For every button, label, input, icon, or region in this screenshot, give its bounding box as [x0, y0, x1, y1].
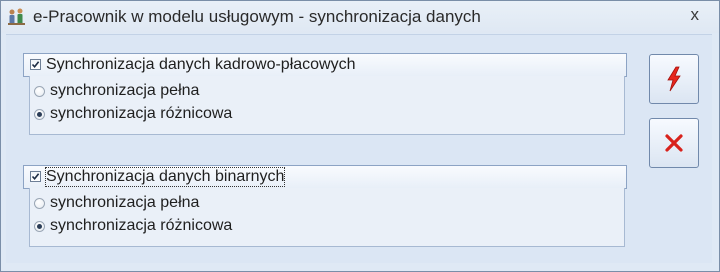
radio-button[interactable]	[34, 198, 45, 209]
close-icon	[665, 134, 683, 152]
cancel-button[interactable]	[649, 118, 699, 168]
binary-data-label: Synchronizacja danych binarnych	[44, 167, 286, 187]
group-options: synchronizacja pełna synchronizacja różn…	[29, 76, 625, 135]
hr-payroll-label: Synchronizacja danych kadrowo-płacowych	[46, 56, 356, 73]
run-sync-button[interactable]	[649, 54, 699, 104]
dialog-content: Synchronizacja danych kadrowo-płacowych …	[6, 34, 712, 263]
radio-label: synchronizacja pełna	[50, 82, 200, 99]
radio-button[interactable]	[34, 86, 45, 97]
checkmark-icon	[31, 61, 40, 69]
window-title: e-Pracownik w modelu usługowym - synchro…	[33, 7, 481, 26]
radio-selected-dot	[37, 112, 42, 117]
radio-label: synchronizacja różnicowa	[50, 105, 233, 122]
group-options: synchronizacja pełna synchronizacja różn…	[29, 188, 625, 247]
hr-payroll-checkbox[interactable]	[30, 59, 41, 70]
binary-data-checkbox[interactable]	[30, 171, 41, 182]
app-people-icon	[8, 8, 25, 25]
close-window-button[interactable]: x	[691, 5, 700, 25]
radio-button[interactable]	[34, 221, 45, 232]
group-header[interactable]: Synchronizacja danych kadrowo-płacowych	[23, 53, 627, 77]
radio-label: synchronizacja pełna	[50, 194, 200, 211]
radio-selected-dot	[37, 224, 42, 229]
dialog-window: e-Pracownik w modelu usługowym - synchro…	[0, 0, 720, 272]
radio-label: synchronizacja różnicowa	[50, 217, 233, 234]
group-hr-payroll: Synchronizacja danych kadrowo-płacowych …	[23, 53, 627, 137]
lightning-icon	[667, 66, 681, 92]
radio-button[interactable]	[34, 109, 45, 120]
group-binary: Synchronizacja danych binarnych synchron…	[23, 165, 627, 249]
title-bar: e-Pracownik w modelu usługowym - synchro…	[1, 1, 719, 33]
checkmark-icon	[31, 173, 40, 181]
group-header[interactable]: Synchronizacja danych binarnych	[23, 165, 627, 189]
